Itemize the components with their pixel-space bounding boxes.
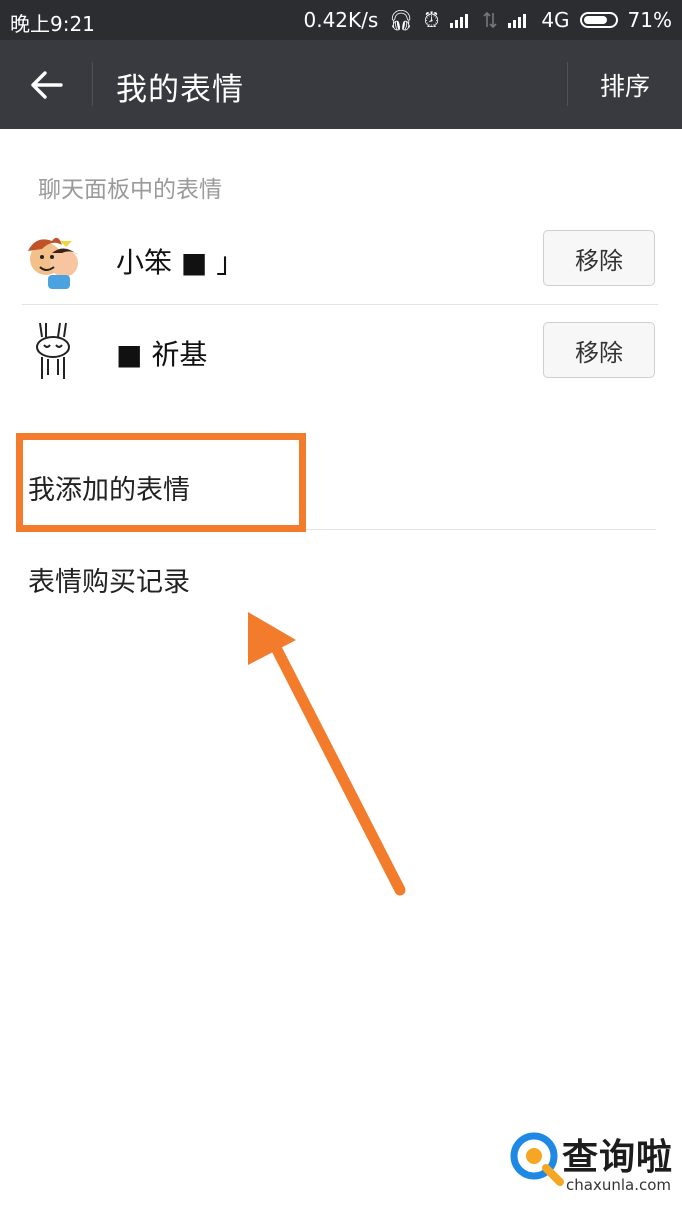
watermark: 查询啦 chaxunla.com <box>506 1128 676 1198</box>
watermark-domain: chaxunla.com <box>566 1176 671 1194</box>
annotation-arrow-icon <box>248 612 406 896</box>
magnifier-logo-icon <box>510 1132 564 1186</box>
watermark-name: 查询啦 <box>562 1137 674 1178</box>
